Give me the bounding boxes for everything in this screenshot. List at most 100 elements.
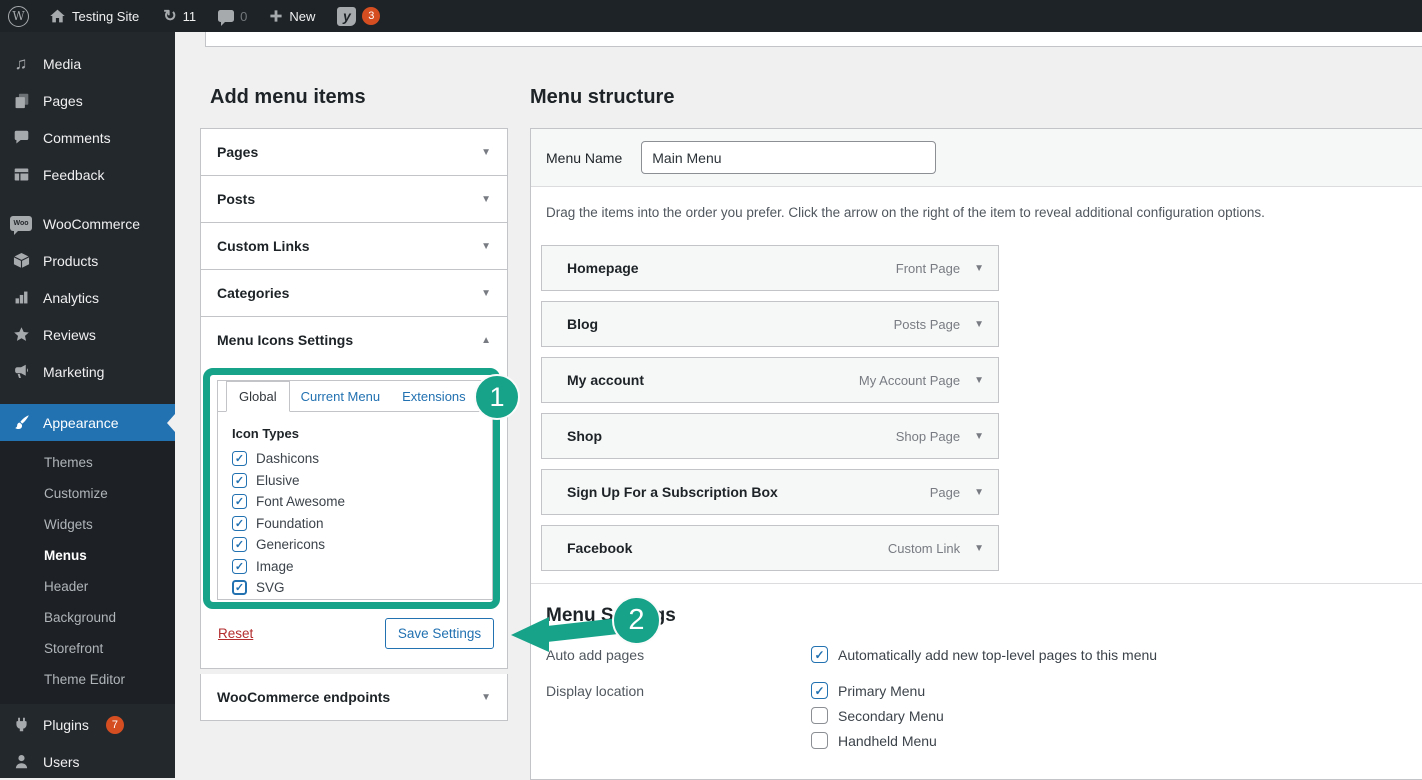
- menu-item-homepage[interactable]: Homepage Front Page ▼: [541, 245, 999, 291]
- submenu-background[interactable]: Background: [0, 602, 175, 633]
- admin-bar-site-link[interactable]: Testing Site: [43, 0, 145, 32]
- checkbox-label: Image: [256, 558, 294, 574]
- updates-icon: ↻: [163, 8, 177, 25]
- submenu-menus[interactable]: Menus: [0, 540, 175, 571]
- checkbox-label: Elusive: [256, 472, 300, 488]
- admin-bar-new[interactable]: New: [263, 0, 321, 32]
- menu-item-shop[interactable]: Shop Shop Page ▼: [541, 413, 999, 459]
- plugin-icon: [10, 716, 32, 733]
- chevron-down-icon: ▼: [481, 287, 491, 299]
- image-checkbox[interactable]: ✓: [232, 558, 247, 574]
- reset-link[interactable]: Reset: [218, 626, 253, 641]
- sidebar-label: Analytics: [43, 289, 100, 306]
- sidebar-item-feedback[interactable]: Feedback: [0, 156, 175, 193]
- appearance-submenu: Themes Customize Widgets Menus Header Ba…: [0, 441, 175, 704]
- chevron-down-icon[interactable]: ▼: [974, 543, 984, 554]
- submenu-header[interactable]: Header: [0, 571, 175, 602]
- icon-type-foundation: ✓ Foundation: [232, 513, 478, 535]
- user-icon: [10, 753, 32, 770]
- checkbox-label: Automatically add new top-level pages to…: [838, 646, 1158, 663]
- handheld-menu-checkbox[interactable]: [811, 732, 828, 749]
- comments-icon: [10, 129, 32, 146]
- sidebar-item-users[interactable]: Users: [0, 743, 175, 780]
- yoast-notification-badge: 3: [362, 7, 381, 25]
- paintbrush-icon: [10, 414, 32, 431]
- icon-types-label: Icon Types: [232, 426, 299, 441]
- accordion-custom-links-header[interactable]: Custom Links ▼: [201, 223, 507, 269]
- genericons-checkbox[interactable]: ✓: [232, 537, 247, 553]
- checkbox-label: Foundation: [256, 515, 324, 531]
- admin-bar-updates[interactable]: ↻ 11: [157, 0, 202, 32]
- accordion-title: Custom Links: [217, 238, 310, 254]
- sidebar-item-marketing[interactable]: Marketing: [0, 353, 175, 390]
- sidebar-item-appearance[interactable]: Appearance: [0, 404, 175, 441]
- sidebar-item-comments[interactable]: Comments: [0, 119, 175, 156]
- chevron-down-icon[interactable]: ▼: [974, 319, 984, 330]
- submenu-theme-editor[interactable]: Theme Editor: [0, 664, 175, 695]
- accordion-pages: Pages ▼: [200, 128, 508, 176]
- admin-bar: W Testing Site ↻ 11 0 New y 3: [0, 0, 1422, 32]
- foundation-checkbox[interactable]: ✓: [232, 515, 247, 531]
- font-awesome-checkbox[interactable]: ✓: [232, 494, 247, 510]
- accordion-title: Menu Icons Settings: [217, 332, 354, 348]
- accordion-posts-header[interactable]: Posts ▼: [201, 176, 507, 222]
- sidebar-item-pages[interactable]: Pages: [0, 82, 175, 119]
- chevron-down-icon[interactable]: ▼: [974, 431, 984, 442]
- menu-structure-heading: Menu structure: [530, 86, 675, 108]
- chevron-down-icon[interactable]: ▼: [974, 487, 984, 498]
- sidebar-label: Reviews: [43, 326, 96, 343]
- accordion-custom-links: Custom Links ▼: [200, 222, 508, 270]
- menu-name-input[interactable]: [641, 141, 937, 174]
- menu-icons-tabbar: Global Current Menu Extensions: [218, 381, 492, 412]
- update-count: 11: [182, 8, 197, 24]
- elusive-checkbox[interactable]: ✓: [232, 472, 247, 488]
- checkbox-label: Secondary Menu: [838, 707, 944, 724]
- tab-global[interactable]: Global: [226, 381, 290, 412]
- menu-item-type: Custom Link: [887, 540, 961, 556]
- sidebar-item-reviews[interactable]: Reviews: [0, 316, 175, 353]
- accordion-title: Pages: [217, 144, 259, 160]
- menu-item-type: Front Page: [895, 260, 961, 276]
- secondary-menu-checkbox[interactable]: [811, 707, 828, 724]
- megaphone-icon: [10, 363, 32, 380]
- menu-item-my-account[interactable]: My account My Account Page ▼: [541, 357, 999, 403]
- admin-bar-yoast[interactable]: y 3: [331, 0, 386, 32]
- menu-item-facebook[interactable]: Facebook Custom Link ▼: [541, 525, 999, 571]
- accordion-categories-header[interactable]: Categories ▼: [201, 270, 507, 316]
- sidebar-label: Plugins: [43, 716, 89, 733]
- menu-item-signup[interactable]: Sign Up For a Subscription Box Page ▼: [541, 469, 999, 515]
- checkbox-label: Font Awesome: [256, 494, 346, 510]
- primary-menu-checkbox[interactable]: ✓: [811, 682, 828, 699]
- sidebar-item-analytics[interactable]: Analytics: [0, 279, 175, 316]
- chevron-down-icon[interactable]: ▼: [974, 263, 984, 274]
- sidebar-item-woocommerce[interactable]: Woo WooCommerce: [0, 205, 175, 242]
- menu-item-label: Blog: [567, 316, 599, 332]
- woocommerce-endpoints-header[interactable]: WooCommerce endpoints ▼: [201, 674, 507, 720]
- dashicons-checkbox[interactable]: ✓: [232, 451, 247, 467]
- chevron-down-icon[interactable]: ▼: [974, 375, 984, 386]
- submenu-widgets[interactable]: Widgets: [0, 509, 175, 540]
- sidebar-item-products[interactable]: Products: [0, 242, 175, 279]
- tab-extensions[interactable]: Extensions: [391, 381, 477, 411]
- sidebar-item-plugins[interactable]: Plugins 7: [0, 706, 175, 743]
- feedback-icon: [10, 166, 32, 183]
- submenu-storefront[interactable]: Storefront: [0, 633, 175, 664]
- auto-add-checkbox[interactable]: ✓: [811, 646, 828, 663]
- accordion-pages-header[interactable]: Pages ▼: [201, 129, 507, 175]
- icon-type-dashicons: ✓ Dashicons: [232, 448, 478, 470]
- chevron-down-icon: ▼: [481, 691, 491, 703]
- sidebar-item-media[interactable]: ♫ Media: [0, 45, 175, 82]
- menu-item-blog[interactable]: Blog Posts Page ▼: [541, 301, 999, 347]
- annotation-step-1-badge: 1: [474, 374, 520, 420]
- comments-bubble-icon: [218, 10, 235, 26]
- submenu-customize[interactable]: Customize: [0, 478, 175, 509]
- tab-current-menu[interactable]: Current Menu: [290, 381, 391, 411]
- menu-item-label: My account: [567, 372, 645, 388]
- admin-bar-comments[interactable]: 0: [212, 0, 253, 32]
- svg-checkbox[interactable]: ✓: [232, 580, 247, 596]
- wordpress-logo-icon[interactable]: W: [8, 5, 29, 27]
- accordion-woocommerce-endpoints: WooCommerce endpoints ▼: [200, 673, 508, 721]
- save-settings-button[interactable]: Save Settings: [385, 618, 494, 649]
- menu-icons-settings-header[interactable]: Menu Icons Settings ▲: [201, 317, 507, 363]
- submenu-themes[interactable]: Themes: [0, 447, 175, 478]
